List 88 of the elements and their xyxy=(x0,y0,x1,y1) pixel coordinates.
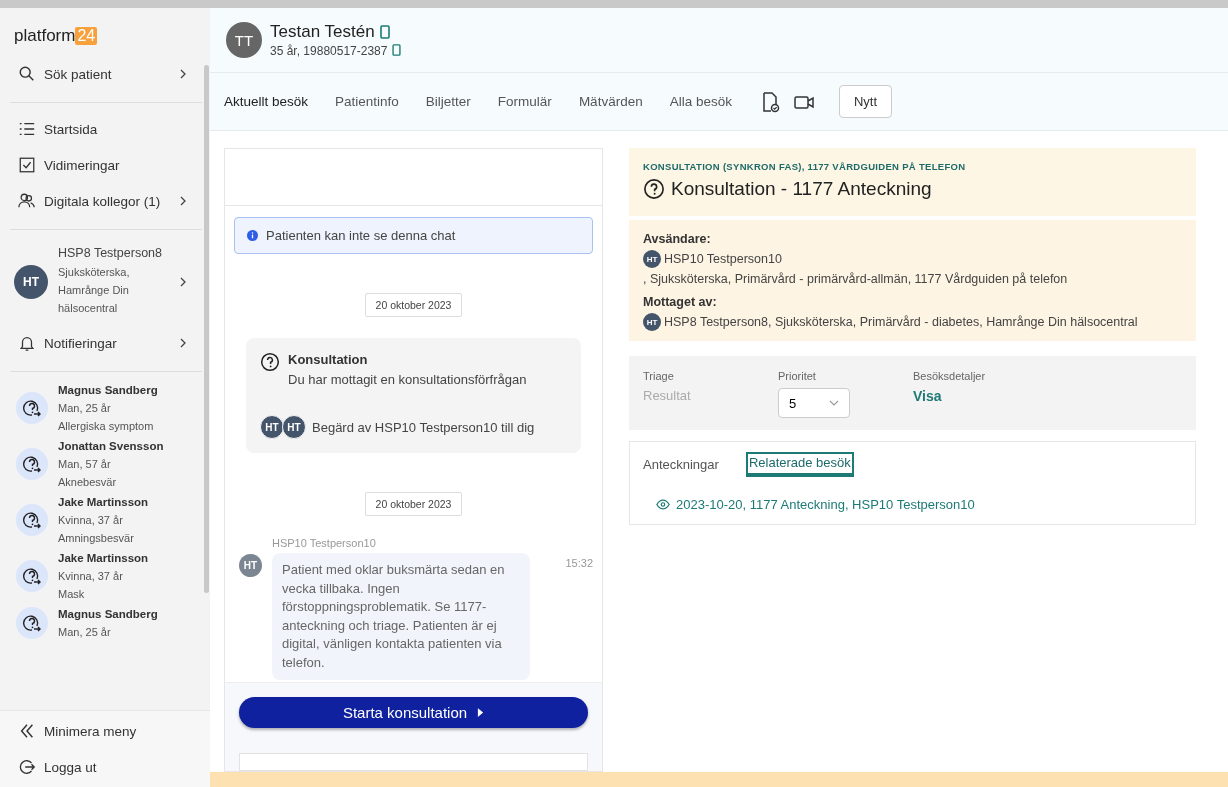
avatar: HT xyxy=(643,250,661,268)
chevron-icon xyxy=(178,338,188,348)
receiver-label: Mottaget av: xyxy=(643,295,718,309)
avatar: TT xyxy=(226,22,262,58)
copy-icon[interactable] xyxy=(391,44,403,56)
patient-name: Jonattan Svensson xyxy=(58,439,164,454)
visit-reason: Aknebesvär xyxy=(58,475,118,490)
question-icon xyxy=(643,178,665,200)
visit-reason: Allergiska symptom xyxy=(58,419,155,434)
message-time: 15:32 xyxy=(565,557,593,569)
message-sender: HSP10 Testperson10 xyxy=(272,537,377,549)
patient-details: Man, 25 år xyxy=(58,401,112,416)
patient-details: 35 år, 19880517-2387 xyxy=(270,44,388,58)
field-label: Prioritet xyxy=(778,370,817,382)
sender-info: , Sjuksköterska, Primärvård - primärvård-allmän, 1177 Vårdguiden på telefon xyxy=(643,272,1069,286)
priority-select[interactable]: 5 xyxy=(778,388,850,418)
date-chip: 20 oktober 2023 xyxy=(364,492,463,516)
double-chevron-icon xyxy=(18,722,36,740)
triage-result: Resultat xyxy=(643,388,692,403)
play-icon xyxy=(477,707,485,717)
copy-icon[interactable] xyxy=(378,25,391,39)
logo-text: platform xyxy=(14,26,76,46)
avatar: HT xyxy=(239,554,262,577)
avatar: HT xyxy=(282,415,306,439)
info-icon xyxy=(247,230,258,241)
message-bubble: Patient med oklar buksmärta sedan en vecka tillbaka. Ingen förstoppningsproblematik. Se 1177-anteckning och triage. Patienten är ej digital, vänligen kontakta patienten via telefon. xyxy=(272,553,530,680)
patient-details: Kvinna, 37 år xyxy=(58,513,124,528)
tab[interactable]: Relaterade besök xyxy=(745,452,854,477)
new-button[interactable]: Nytt xyxy=(838,85,893,118)
tab[interactable]: Mätvärden xyxy=(578,88,643,115)
patient-details: Kvinna, 37 år xyxy=(58,569,124,584)
related-visit-link[interactable]: 2023-10-20, 1177 Anteckning, HSP10 Testperson10 xyxy=(656,497,1183,512)
user-name: HSP8 Testperson8 xyxy=(58,246,163,260)
eye-icon xyxy=(656,499,670,510)
patient-name: Magnus Sandberg xyxy=(58,383,158,398)
avatar: HT xyxy=(643,313,661,331)
checkbox-icon xyxy=(18,156,36,174)
chevron-down-icon xyxy=(829,400,839,406)
sender-label: Avsändare: xyxy=(643,232,712,246)
nav-item[interactable]: Digitala kollegor (1) xyxy=(0,183,210,219)
avatar: HT xyxy=(260,415,284,439)
nav-item[interactable]: Startsida xyxy=(0,111,210,147)
tab[interactable]: Biljetter xyxy=(425,88,471,115)
queue-item[interactable]: Magnus Sandberg Man, 25 år xyxy=(0,604,210,642)
tab[interactable]: Patientinfo xyxy=(335,88,399,115)
start-consultation-button[interactable]: Starta konsultation xyxy=(239,697,588,728)
avatar: HT xyxy=(14,264,48,299)
consultation-title: Konsultation xyxy=(288,352,369,367)
list-icon xyxy=(18,120,36,138)
bell-icon xyxy=(18,334,36,352)
question-icon xyxy=(260,352,280,372)
search-patient-item[interactable]: Sök patient xyxy=(0,56,210,92)
visit-category: KONSULTATION (SYNKRON FAS), 1177 VÅRDGUIDEN PÅ TELEFON xyxy=(643,161,967,172)
logout-icon xyxy=(18,758,36,776)
requested-by-text: Begärd av HSP10 Testperson10 till dig xyxy=(312,419,535,435)
field-label: Triage xyxy=(643,370,675,382)
patient-name: Jake Martinsson xyxy=(58,495,149,510)
visit-reason: Amningsbesvär xyxy=(58,531,135,546)
tab[interactable]: Aktuellt besök xyxy=(224,88,309,115)
footer-item[interactable]: Minimera meny xyxy=(0,713,210,749)
search-icon xyxy=(18,65,36,83)
tab[interactable]: Anteckningar xyxy=(642,452,720,477)
chevron-icon xyxy=(178,69,188,79)
chevron-icon xyxy=(178,196,188,206)
user-role: Sjuksköterska, Hamrånge Din hälsocentral xyxy=(58,265,131,316)
people-icon xyxy=(18,192,36,210)
scrollbar[interactable] xyxy=(204,65,209,593)
patient-name: Jake Martinsson xyxy=(58,551,149,566)
date-chip: 20 oktober 2023 xyxy=(364,293,463,317)
patient-details: Man, 25 år xyxy=(58,625,112,640)
tab[interactable]: Alla besök xyxy=(669,88,732,115)
show-link[interactable]: Visa xyxy=(913,388,1048,404)
patient-name: Testan Testén xyxy=(270,22,375,42)
consultation-text: Du har mottagit en konsultationsförfrågan xyxy=(288,372,527,387)
chevron-icon xyxy=(178,276,188,287)
patient-name: Magnus Sandberg xyxy=(58,607,158,622)
footer-item[interactable]: Logga ut xyxy=(0,749,210,785)
tab[interactable]: Formulär xyxy=(497,88,552,115)
visit-reason: Mask xyxy=(58,587,86,602)
field-label: Besöksdetaljer xyxy=(913,370,987,382)
visit-title: Konsultation - 1177 Anteckning xyxy=(671,178,932,200)
info-text: Patienten kan inte se denna chat xyxy=(266,228,456,243)
patient-details: Man, 57 år xyxy=(58,457,112,472)
nav-item[interactable]: Vidimeringar xyxy=(0,147,210,183)
receiver-info: HSP8 Testperson8, Sjuksköterska, Primärvård - diabetes, Hamrånge Din hälsocentral xyxy=(664,315,1138,329)
sender-name: HSP10 Testperson10 xyxy=(664,252,782,266)
logo-badge: 24 xyxy=(75,27,98,45)
message-input[interactable] xyxy=(239,752,588,771)
